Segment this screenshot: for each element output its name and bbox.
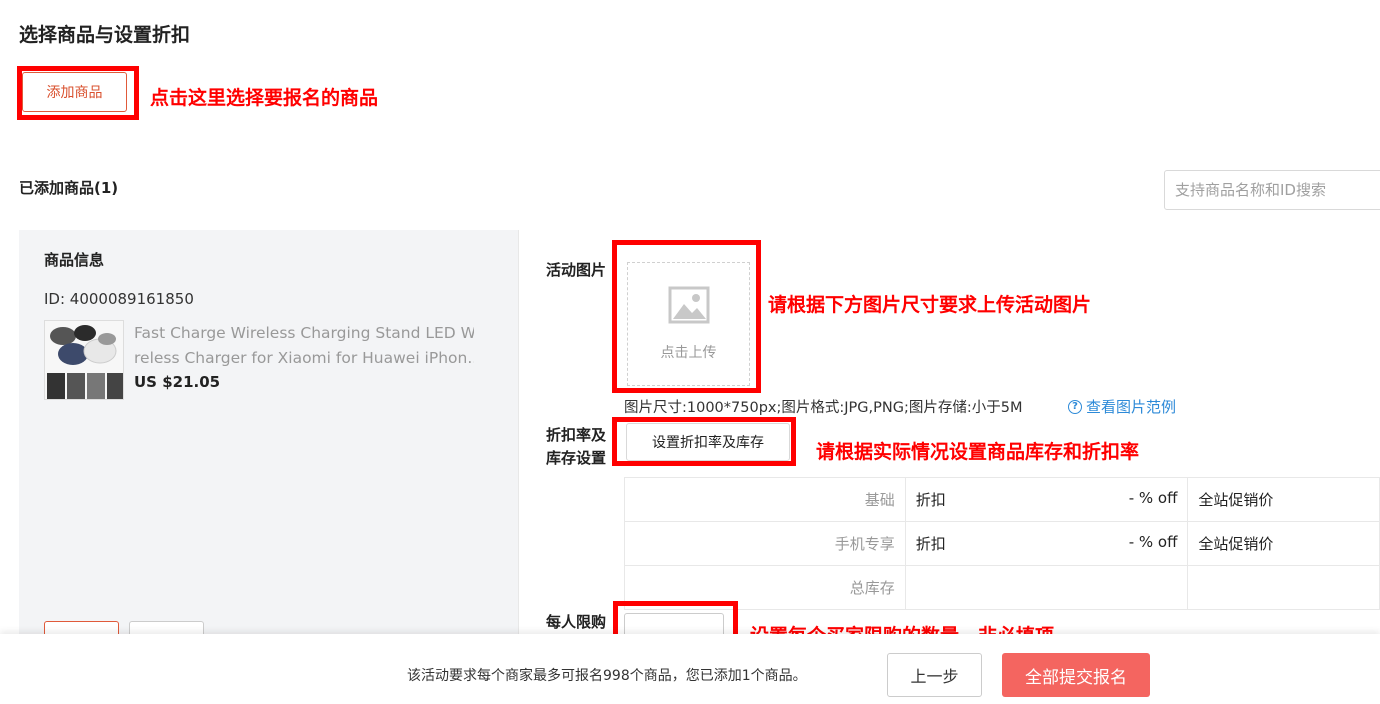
limit-label: 每人限购 [546, 613, 607, 631]
annotation-image: 请根据下方图片尺寸要求上传活动图片 [768, 294, 1092, 316]
image-requirements: 图片尺寸:1000*750px;图片格式:JPG,PNG;图片存储:小于5M [624, 400, 1023, 416]
discount-label: 折扣率及 库存设置 [546, 426, 607, 467]
footer-notice: 该活动要求每个商家最多可报名998个商品，您已添加1个商品。 [407, 668, 807, 684]
annotation-add: 点击这里选择要报名的商品 [150, 87, 379, 109]
prev-step-button[interactable]: 上一步 [887, 653, 982, 697]
product-info-header: 商品信息 [44, 251, 105, 269]
submit-all-button[interactable]: 全部提交报名 [1002, 653, 1150, 697]
product-price: US $21.05 [134, 373, 221, 391]
image-label: 活动图片 [546, 261, 607, 279]
row-label: 基础 [624, 477, 906, 522]
product-thumbnail [44, 320, 124, 400]
section-title: 选择商品与设置折扣 [19, 24, 191, 46]
discount-table: 基础 折扣 - % off 全站促销价 手机专享 折扣 - % off 全站促销价 … [624, 477, 1380, 610]
row-label: 手机专享 [624, 521, 906, 566]
product-id: ID: 4000089161850 [44, 290, 194, 308]
search-input[interactable] [1164, 170, 1380, 210]
highlight-box-discount [612, 417, 796, 466]
annotation-discount: 请根据实际情况设置商品库存和折扣率 [816, 441, 1140, 463]
highlight-box-image [612, 240, 761, 393]
highlight-box-add [17, 66, 139, 120]
product-name[interactable]: Fast Charge Wireless Charging Stand LED … [134, 321, 474, 371]
table-row: 基础 折扣 - % off 全站促销价 [624, 477, 1380, 522]
added-products-label: 已添加商品(1) [19, 179, 119, 197]
help-icon: ? [1068, 399, 1082, 414]
view-example-link[interactable]: ? 查看图片范例 [1068, 396, 1176, 417]
table-row: 手机专享 折扣 - % off 全站促销价 [624, 521, 1380, 566]
